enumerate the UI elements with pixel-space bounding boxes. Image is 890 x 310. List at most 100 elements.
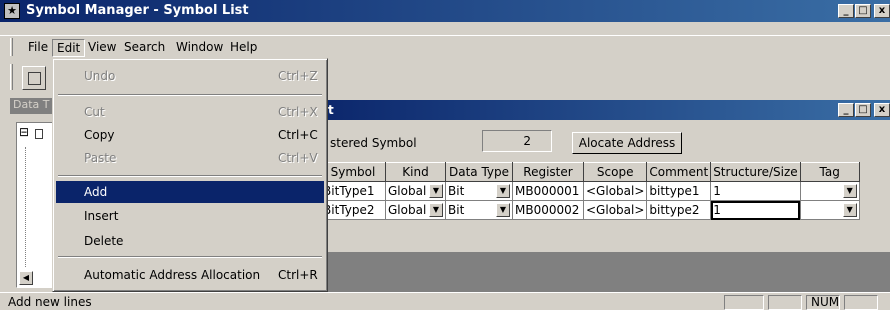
cell-tag[interactable]: ▼ xyxy=(799,181,860,201)
child-maximize-button[interactable]: □ xyxy=(855,103,871,117)
cell-symbol[interactable]: BitType2 xyxy=(320,200,386,220)
star-icon[interactable]: ★ xyxy=(4,3,20,19)
tree-node-icon xyxy=(35,129,43,139)
maximize-button[interactable]: □ xyxy=(855,4,871,18)
menu-file[interactable]: File xyxy=(24,39,52,55)
menu-help[interactable]: Help xyxy=(226,39,261,55)
table-row[interactable]: BitType2 Global ▼ Bit ▼ MB000002 <Global> … xyxy=(320,200,860,220)
symbol-list-window: stered Symbol 2 Alocate Address Symbol K… xyxy=(300,120,890,292)
child-minimize-button[interactable]: _ xyxy=(838,103,854,117)
cell-structure-size[interactable]: 1 xyxy=(710,181,801,201)
header-comment[interactable]: Comment xyxy=(646,162,712,182)
cell-kind-value: Global xyxy=(388,203,427,217)
cell-data-type[interactable]: Bit ▼ xyxy=(445,200,513,220)
new-button[interactable] xyxy=(22,66,46,90)
mdi-client-area xyxy=(300,252,890,292)
child-title-bar: t _ □ x xyxy=(300,100,890,120)
menu-item-undo-shortcut: Ctrl+Z xyxy=(278,69,318,83)
table-header-row: Symbol Kind Data Type Register Scope Com… xyxy=(320,162,860,182)
allocate-address-button[interactable]: Alocate Address xyxy=(572,132,682,154)
menu-item-delete[interactable]: Delete xyxy=(56,230,324,252)
cell-symbol[interactable]: BitType1 xyxy=(320,181,386,201)
menu-item-insert[interactable]: Insert xyxy=(56,205,324,227)
blank-icon xyxy=(28,72,41,85)
chevron-down-icon[interactable]: ▼ xyxy=(429,184,443,198)
status-pane xyxy=(724,295,764,310)
data-tree-title: Data T xyxy=(10,98,54,114)
menu-item-undo-label: Undo xyxy=(84,69,116,83)
menu-item-add[interactable]: Add xyxy=(56,181,324,203)
edit-dropdown-menu: Undo Ctrl+Z Cut Ctrl+X Copy Ctrl+C Paste… xyxy=(52,58,328,292)
toolbar-grip[interactable] xyxy=(10,64,13,90)
menu-bar: File Edit View Search Window Help xyxy=(0,36,890,58)
cell-kind[interactable]: Global ▼ xyxy=(385,181,446,201)
chevron-down-icon[interactable]: ▼ xyxy=(842,203,857,217)
menu-search[interactable]: Search xyxy=(120,39,169,55)
menu-item-copy-label: Copy xyxy=(84,128,115,142)
menu-separator xyxy=(58,94,322,96)
header-kind[interactable]: Kind xyxy=(385,162,446,182)
menu-view[interactable]: View xyxy=(84,39,120,55)
menu-item-cut[interactable]: Cut Ctrl+X xyxy=(56,101,324,123)
menu-item-automatic-address-allocation[interactable]: Automatic Address Allocation Ctrl+R xyxy=(56,264,324,286)
cell-tag[interactable]: ▼ xyxy=(799,200,860,220)
status-pane xyxy=(768,295,802,310)
cell-structure-size[interactable]: 1 xyxy=(710,200,801,220)
menu-item-undo[interactable]: Undo Ctrl+Z xyxy=(56,65,324,87)
chevron-down-icon[interactable]: ▼ xyxy=(842,184,857,198)
header-structure-size[interactable]: Structure/Size xyxy=(710,162,801,182)
cell-data-type-value: Bit xyxy=(448,184,465,198)
registered-count-field: 2 xyxy=(482,130,552,152)
menu-item-paste-shortcut: Ctrl+V xyxy=(278,151,318,165)
cell-kind[interactable]: Global ▼ xyxy=(385,200,446,220)
menu-window[interactable]: Window xyxy=(172,39,227,55)
cell-data-type-value: Bit xyxy=(448,203,465,217)
child-close-button[interactable]: x xyxy=(874,103,890,117)
header-tag[interactable]: Tag xyxy=(799,162,860,182)
header-data-type[interactable]: Data Type xyxy=(445,162,513,182)
menu-item-add-label: Add xyxy=(84,185,108,199)
header-symbol[interactable]: Symbol xyxy=(320,162,386,182)
main-title-bar: ★ Symbol Manager - Symbol List _ □ x xyxy=(0,0,890,22)
cell-comment[interactable]: bittype2 xyxy=(646,200,712,220)
menu-item-delete-label: Delete xyxy=(84,234,124,248)
chevron-down-icon[interactable]: ▼ xyxy=(429,203,443,217)
cell-scope[interactable]: <Global> xyxy=(582,200,648,220)
minimize-button[interactable]: _ xyxy=(838,4,854,18)
data-tree-panel: Data T ⊟ ◀ xyxy=(10,98,54,292)
menu-item-cut-label: Cut xyxy=(84,105,105,119)
cell-kind-value: Global xyxy=(388,184,427,198)
menu-separator xyxy=(58,175,322,177)
menu-item-auto-alloc-shortcut: Ctrl+R xyxy=(278,268,318,282)
cell-register[interactable]: MB000001 xyxy=(512,181,584,201)
cell-register[interactable]: MB000002 xyxy=(512,200,584,220)
status-bar: Add new lines NUM xyxy=(0,292,890,310)
menu-separator xyxy=(58,256,322,258)
child-window-title: t xyxy=(328,103,334,117)
menu-item-insert-label: Insert xyxy=(84,209,119,223)
cell-data-type[interactable]: Bit ▼ xyxy=(445,181,513,201)
menu-item-auto-alloc-label: Automatic Address Allocation xyxy=(84,268,261,282)
menu-item-copy-shortcut: Ctrl+C xyxy=(278,128,318,142)
chevron-down-icon[interactable]: ▼ xyxy=(496,184,510,198)
status-message: Add new lines xyxy=(8,295,92,309)
tree-line xyxy=(25,147,26,267)
cell-comment[interactable]: bittype1 xyxy=(646,181,712,201)
chevron-down-icon[interactable]: ▼ xyxy=(496,203,510,217)
menu-edit[interactable]: Edit xyxy=(52,39,86,57)
header-register[interactable]: Register xyxy=(512,162,584,182)
menu-item-copy[interactable]: Copy Ctrl+C xyxy=(56,124,324,146)
frame-strip xyxy=(0,22,890,36)
menu-item-paste[interactable]: Paste Ctrl+V xyxy=(56,147,324,169)
window-title: Symbol Manager - Symbol List xyxy=(26,3,249,18)
table-row[interactable]: BitType1 Global ▼ Bit ▼ MB000001 <Global> … xyxy=(320,181,860,201)
menubar-grip[interactable] xyxy=(10,38,13,56)
close-button[interactable]: x xyxy=(874,4,890,18)
cell-scope[interactable]: <Global> xyxy=(582,181,648,201)
menu-item-cut-shortcut: Ctrl+X xyxy=(278,105,318,119)
registered-symbol-label: stered Symbol xyxy=(330,136,417,150)
header-scope[interactable]: Scope xyxy=(582,162,648,182)
data-tree-view[interactable]: ⊟ ◀ xyxy=(16,122,54,288)
tree-collapse-icon[interactable]: ⊟ xyxy=(19,125,29,139)
scroll-left-button[interactable]: ◀ xyxy=(19,271,33,285)
